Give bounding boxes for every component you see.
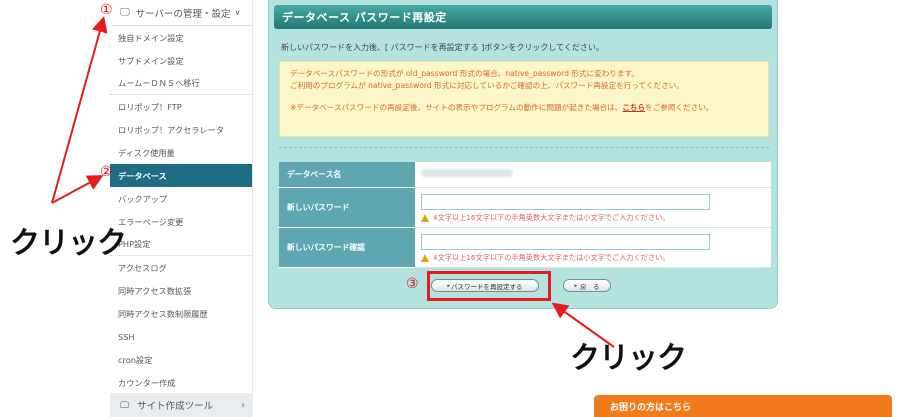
arrow-to-step1: [51, 16, 108, 204]
help-button[interactable]: お困りの方はこちら: [594, 395, 892, 417]
arrow-to-step2: [51, 175, 104, 204]
annotation-arrows: [51, 16, 615, 348]
arrow-to-step3: [551, 302, 615, 348]
